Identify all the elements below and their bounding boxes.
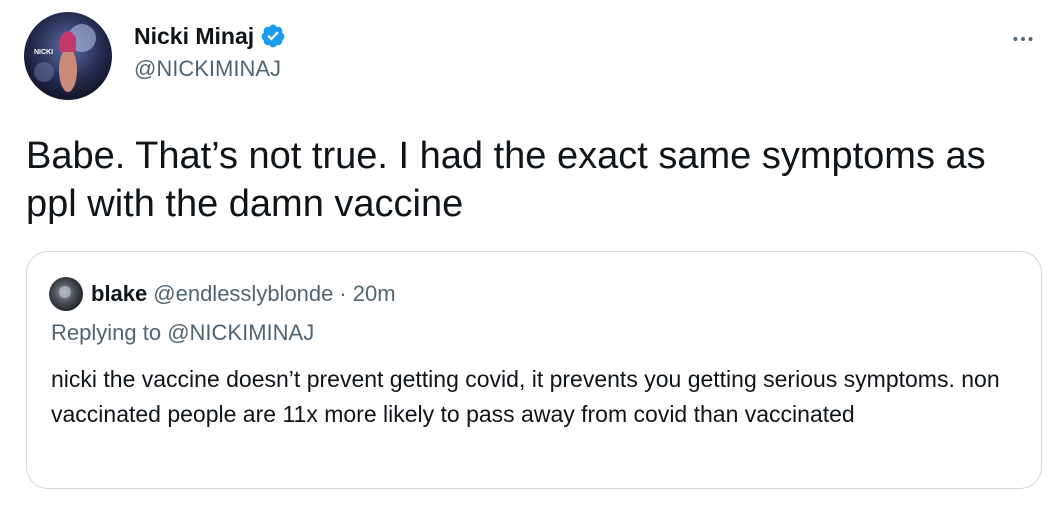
profile-photo-icon bbox=[49, 277, 83, 311]
replying-to-label: Replying to bbox=[51, 320, 162, 345]
quoted-tweet-text: nicki the vaccine doesn’t prevent gettin… bbox=[51, 366, 1000, 427]
author-avatar[interactable]: NICKI bbox=[24, 12, 112, 100]
quoted-tweet[interactable]: blake @endlesslyblonde · 20m Replying to… bbox=[26, 251, 1042, 489]
avatar-logo-text: NICKI bbox=[34, 49, 53, 56]
more-options-icon[interactable] bbox=[1008, 24, 1038, 54]
quoted-timestamp: 20m bbox=[352, 281, 396, 306]
replying-to-handle: @NICKIMINAJ bbox=[167, 320, 315, 345]
author-handle[interactable]: @NICKIMINAJ bbox=[134, 54, 286, 84]
quoted-author-handle: @endlesslyblonde bbox=[153, 281, 334, 306]
author-info[interactable]: Nicki Minaj @NICKIMINAJ bbox=[134, 20, 286, 84]
replying-to: Replying to @NICKIMINAJ bbox=[51, 318, 314, 348]
verified-badge-icon bbox=[260, 23, 286, 49]
quoted-tweet-header: blake @endlesslyblonde · 20m bbox=[49, 276, 396, 312]
profile-photo-icon: NICKI bbox=[24, 12, 112, 100]
tweet[interactable]: NICKI Nicki Minaj @NICKIMINAJ Babe. That… bbox=[0, 0, 1060, 506]
quoted-author-display-name: blake bbox=[91, 281, 148, 306]
separator-dot: · bbox=[339, 281, 347, 306]
author-display-name[interactable]: Nicki Minaj bbox=[134, 20, 254, 52]
tweet-text: Babe. That’s not true. I had the exact s… bbox=[26, 135, 997, 225]
quoted-author-avatar bbox=[49, 277, 83, 311]
